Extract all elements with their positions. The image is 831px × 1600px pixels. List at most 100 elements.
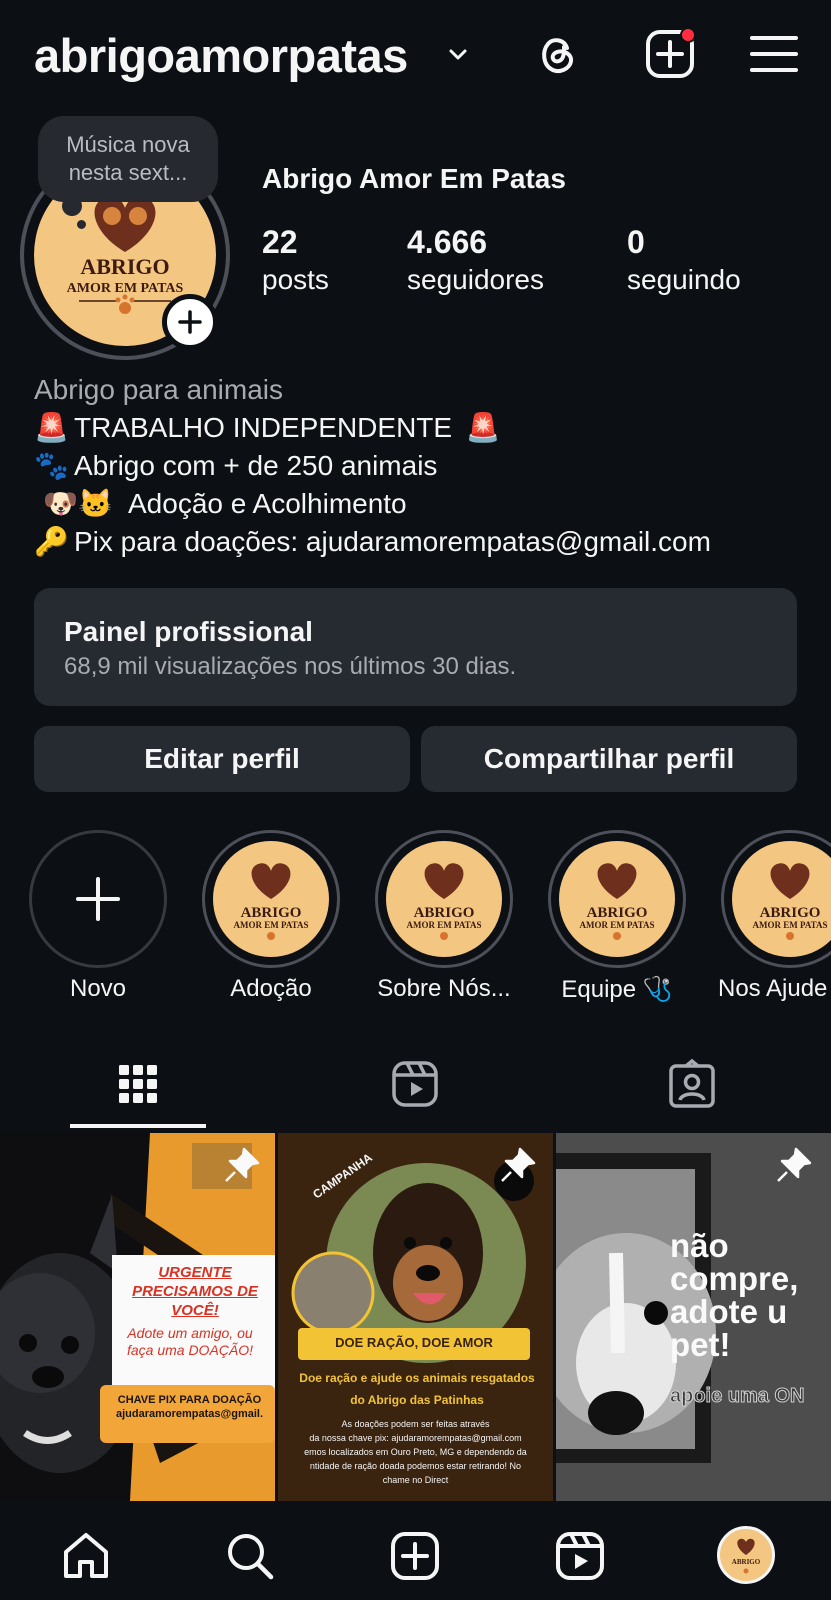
highlight-ring: ABRIGO AMOR EM PATAS <box>202 830 340 968</box>
post-small-line: ntidade de ração doada podemos estar ret… <box>309 1461 522 1471</box>
post-headline-line: compre, <box>670 1260 799 1297</box>
bio-text: Adoção e Acolhimento <box>128 488 407 519</box>
bio-text: Abrigo com + de 250 animais <box>74 450 438 481</box>
username-switcher[interactable]: abrigoamorpatas <box>34 28 408 83</box>
tagged-icon[interactable] <box>666 1058 718 1110</box>
post-headline-line: pet! <box>670 1326 731 1363</box>
following-count[interactable]: 0 seguindo <box>627 222 741 298</box>
pinned-icon <box>777 1147 812 1182</box>
stat-label: seguindo <box>627 264 741 295</box>
post-pix: CHAVE PIX PARA DOAÇÃO ajudaramorempatas@… <box>104 1393 275 1421</box>
bio-line: 🔑 Pix para doações: ajudaramorempatas@gma… <box>34 523 711 561</box>
highlight-thumbnail: ABRIGO AMOR EM PATAS <box>732 841 831 957</box>
svg-text:AMOR EM PATAS: AMOR EM PATAS <box>67 281 184 296</box>
post-text-line: Adote um amigo, ou <box>127 1325 253 1341</box>
grid-icon[interactable] <box>112 1058 164 1110</box>
highlight-thumbnail: ABRIGO AMOR EM PATAS <box>386 841 502 957</box>
display-name: Abrigo Amor Em Patas <box>262 163 566 194</box>
highlight-adocao[interactable]: ABRIGO AMOR EM PATAS Adoção <box>202 830 340 1002</box>
create-icon[interactable] <box>389 1530 441 1582</box>
highlight-label: Equipe 🩺 <box>561 976 673 1003</box>
highlight-ring: ABRIGO AMOR EM PATAS <box>548 830 686 968</box>
svg-text:AMOR EM PATAS: AMOR EM PATAS <box>753 920 828 930</box>
post-text-line: do Abrigo das Patinhas <box>350 1393 484 1407</box>
svg-text:AMOR EM PATAS: AMOR EM PATAS <box>234 920 309 930</box>
notification-dot <box>680 27 696 43</box>
bio-category: Abrigo para animais <box>34 374 284 405</box>
highlight-label: Nos Ajude <box>718 975 828 1002</box>
stat-value: 4.666 <box>407 224 488 260</box>
post-text-line: Doe ração e ajude os animais resgatados <box>299 1371 535 1385</box>
highlight-thumbnail: ABRIGO AMOR EM PATAS <box>559 841 675 957</box>
post-urgente[interactable]: URGENTE PRECISAMOS DE VOCÊ! Adote um ami… <box>0 1133 275 1501</box>
reels-icon[interactable] <box>554 1530 606 1582</box>
bio: Abrigo para animais 🚨 TRABALHO INDEPENDEN… <box>34 371 711 561</box>
stat-label: posts <box>262 264 329 295</box>
chevron-down-icon[interactable] <box>447 44 469 66</box>
stat-label: seguidores <box>407 264 544 295</box>
post-nao-compre[interactable]: não compre, adote u pet! apoie uma ON <box>556 1133 831 1501</box>
reels-icon[interactable] <box>389 1058 441 1110</box>
pix-label: CHAVE PIX PARA DOAÇÃO <box>117 1394 262 1406</box>
post-small-text: As doações podem ser feitas através da n… <box>278 1417 553 1487</box>
svg-text:AMOR EM PATAS: AMOR EM PATAS <box>580 920 655 930</box>
post-campanha[interactable]: CAMPANHA DOE RAÇÃO, DOE AMOR Doe ração e… <box>278 1133 553 1501</box>
post-text-line: faça uma DOAÇÃO! <box>126 1342 254 1358</box>
bio-text: TRABALHO INDEPENDENTE <box>74 412 453 443</box>
shelter-logo: ABRIGO <box>732 1538 761 1574</box>
post-small-line: chame no Direct <box>382 1475 449 1485</box>
highlight-thumbnail: ABRIGO AMOR EM PATAS <box>213 841 329 957</box>
add-story-button[interactable] <box>162 294 218 350</box>
post-subtext: apoie uma ON <box>669 1385 805 1408</box>
highlight-equipe[interactable]: ABRIGO AMOR EM PATAS Equipe 🩺 <box>548 830 686 1003</box>
bio-line: 🐶🐱 Adoção e Acolhimento <box>34 485 711 523</box>
pinned-icon <box>225 1147 260 1182</box>
highlight-nos-ajude[interactable]: ABRIGO AMOR EM PATAS Nos Ajude <box>718 830 831 1002</box>
search-icon[interactable] <box>224 1530 276 1582</box>
professional-dashboard[interactable]: Painel profissional 68,9 mil visualizaçõ… <box>34 588 797 706</box>
post-headline-line: adote u <box>670 1293 788 1330</box>
home-icon[interactable] <box>60 1530 112 1582</box>
post-headline: não compre, adote u pet! <box>670 1229 798 1361</box>
note-bubble[interactable]: Música nova nesta sext... <box>38 116 218 202</box>
profile-avatar[interactable]: ABRIGO <box>717 1526 775 1584</box>
paw-icon: 🐾 <box>34 450 69 481</box>
post-small-line: As doações podem ser feitas através <box>341 1419 490 1429</box>
post-text: Adote um amigo, ou faça uma DOAÇÃO! <box>106 1325 274 1359</box>
pinned-icon <box>501 1147 536 1182</box>
posts-count[interactable]: 22 posts <box>262 222 329 298</box>
plus-icon <box>76 877 120 921</box>
menu-icon[interactable] <box>748 28 800 80</box>
bio-line: 🐾 Abrigo com + de 250 animais <box>34 447 711 485</box>
share-profile-button[interactable]: Compartilhar perfil <box>421 726 797 792</box>
note-bubble-tail <box>62 196 82 216</box>
svg-text:ABRIGO: ABRIGO <box>587 905 648 921</box>
followers-count[interactable]: 4.666 seguidores <box>407 222 544 298</box>
threads-icon[interactable] <box>531 28 583 80</box>
dashboard-subtitle: 68,9 mil visualizações nos últimos 30 di… <box>64 653 517 680</box>
siren-icon: 🚨 <box>465 412 501 443</box>
key-icon: 🔑 <box>34 526 69 557</box>
post-small-line: emos localizados em Ouro Preto, MG e dep… <box>304 1447 527 1457</box>
bio-text[interactable]: Pix para doações: ajudaramorempatas@gmai… <box>74 526 711 557</box>
stat-value: 0 <box>627 224 645 260</box>
highlight-ring: ABRIGO AMOR EM PATAS <box>375 830 513 968</box>
svg-text:ABRIGO: ABRIGO <box>241 905 302 921</box>
stat-value: 22 <box>262 224 298 260</box>
highlight-new[interactable]: Novo <box>29 830 167 1002</box>
edit-profile-button[interactable]: Editar perfil <box>34 726 410 792</box>
siren-icon: 🚨 <box>34 412 69 443</box>
dashboard-title: Painel profissional <box>64 616 313 647</box>
pix-value: ajudaramorempatas@gmail. <box>115 1408 264 1420</box>
svg-text:ABRIGO: ABRIGO <box>414 905 475 921</box>
dog-cat-icon: 🐶🐱 <box>43 488 113 519</box>
svg-text:ABRIGO: ABRIGO <box>760 905 821 921</box>
post-banner: DOE RAÇÃO, DOE AMOR <box>335 1335 493 1350</box>
post-headline-line: não <box>670 1227 729 1264</box>
active-tab-indicator <box>70 1124 206 1128</box>
note-bubble-tail-dot <box>77 220 86 229</box>
svg-text:AMOR EM PATAS: AMOR EM PATAS <box>407 920 482 930</box>
post-small-line: da nossa chave pix: ajudaramorempatas@gm… <box>309 1433 522 1443</box>
bio-line: 🚨 TRABALHO INDEPENDENTE 🚨 <box>34 409 711 447</box>
highlight-sobre-nos[interactable]: ABRIGO AMOR EM PATAS Sobre Nós... <box>375 830 513 1002</box>
